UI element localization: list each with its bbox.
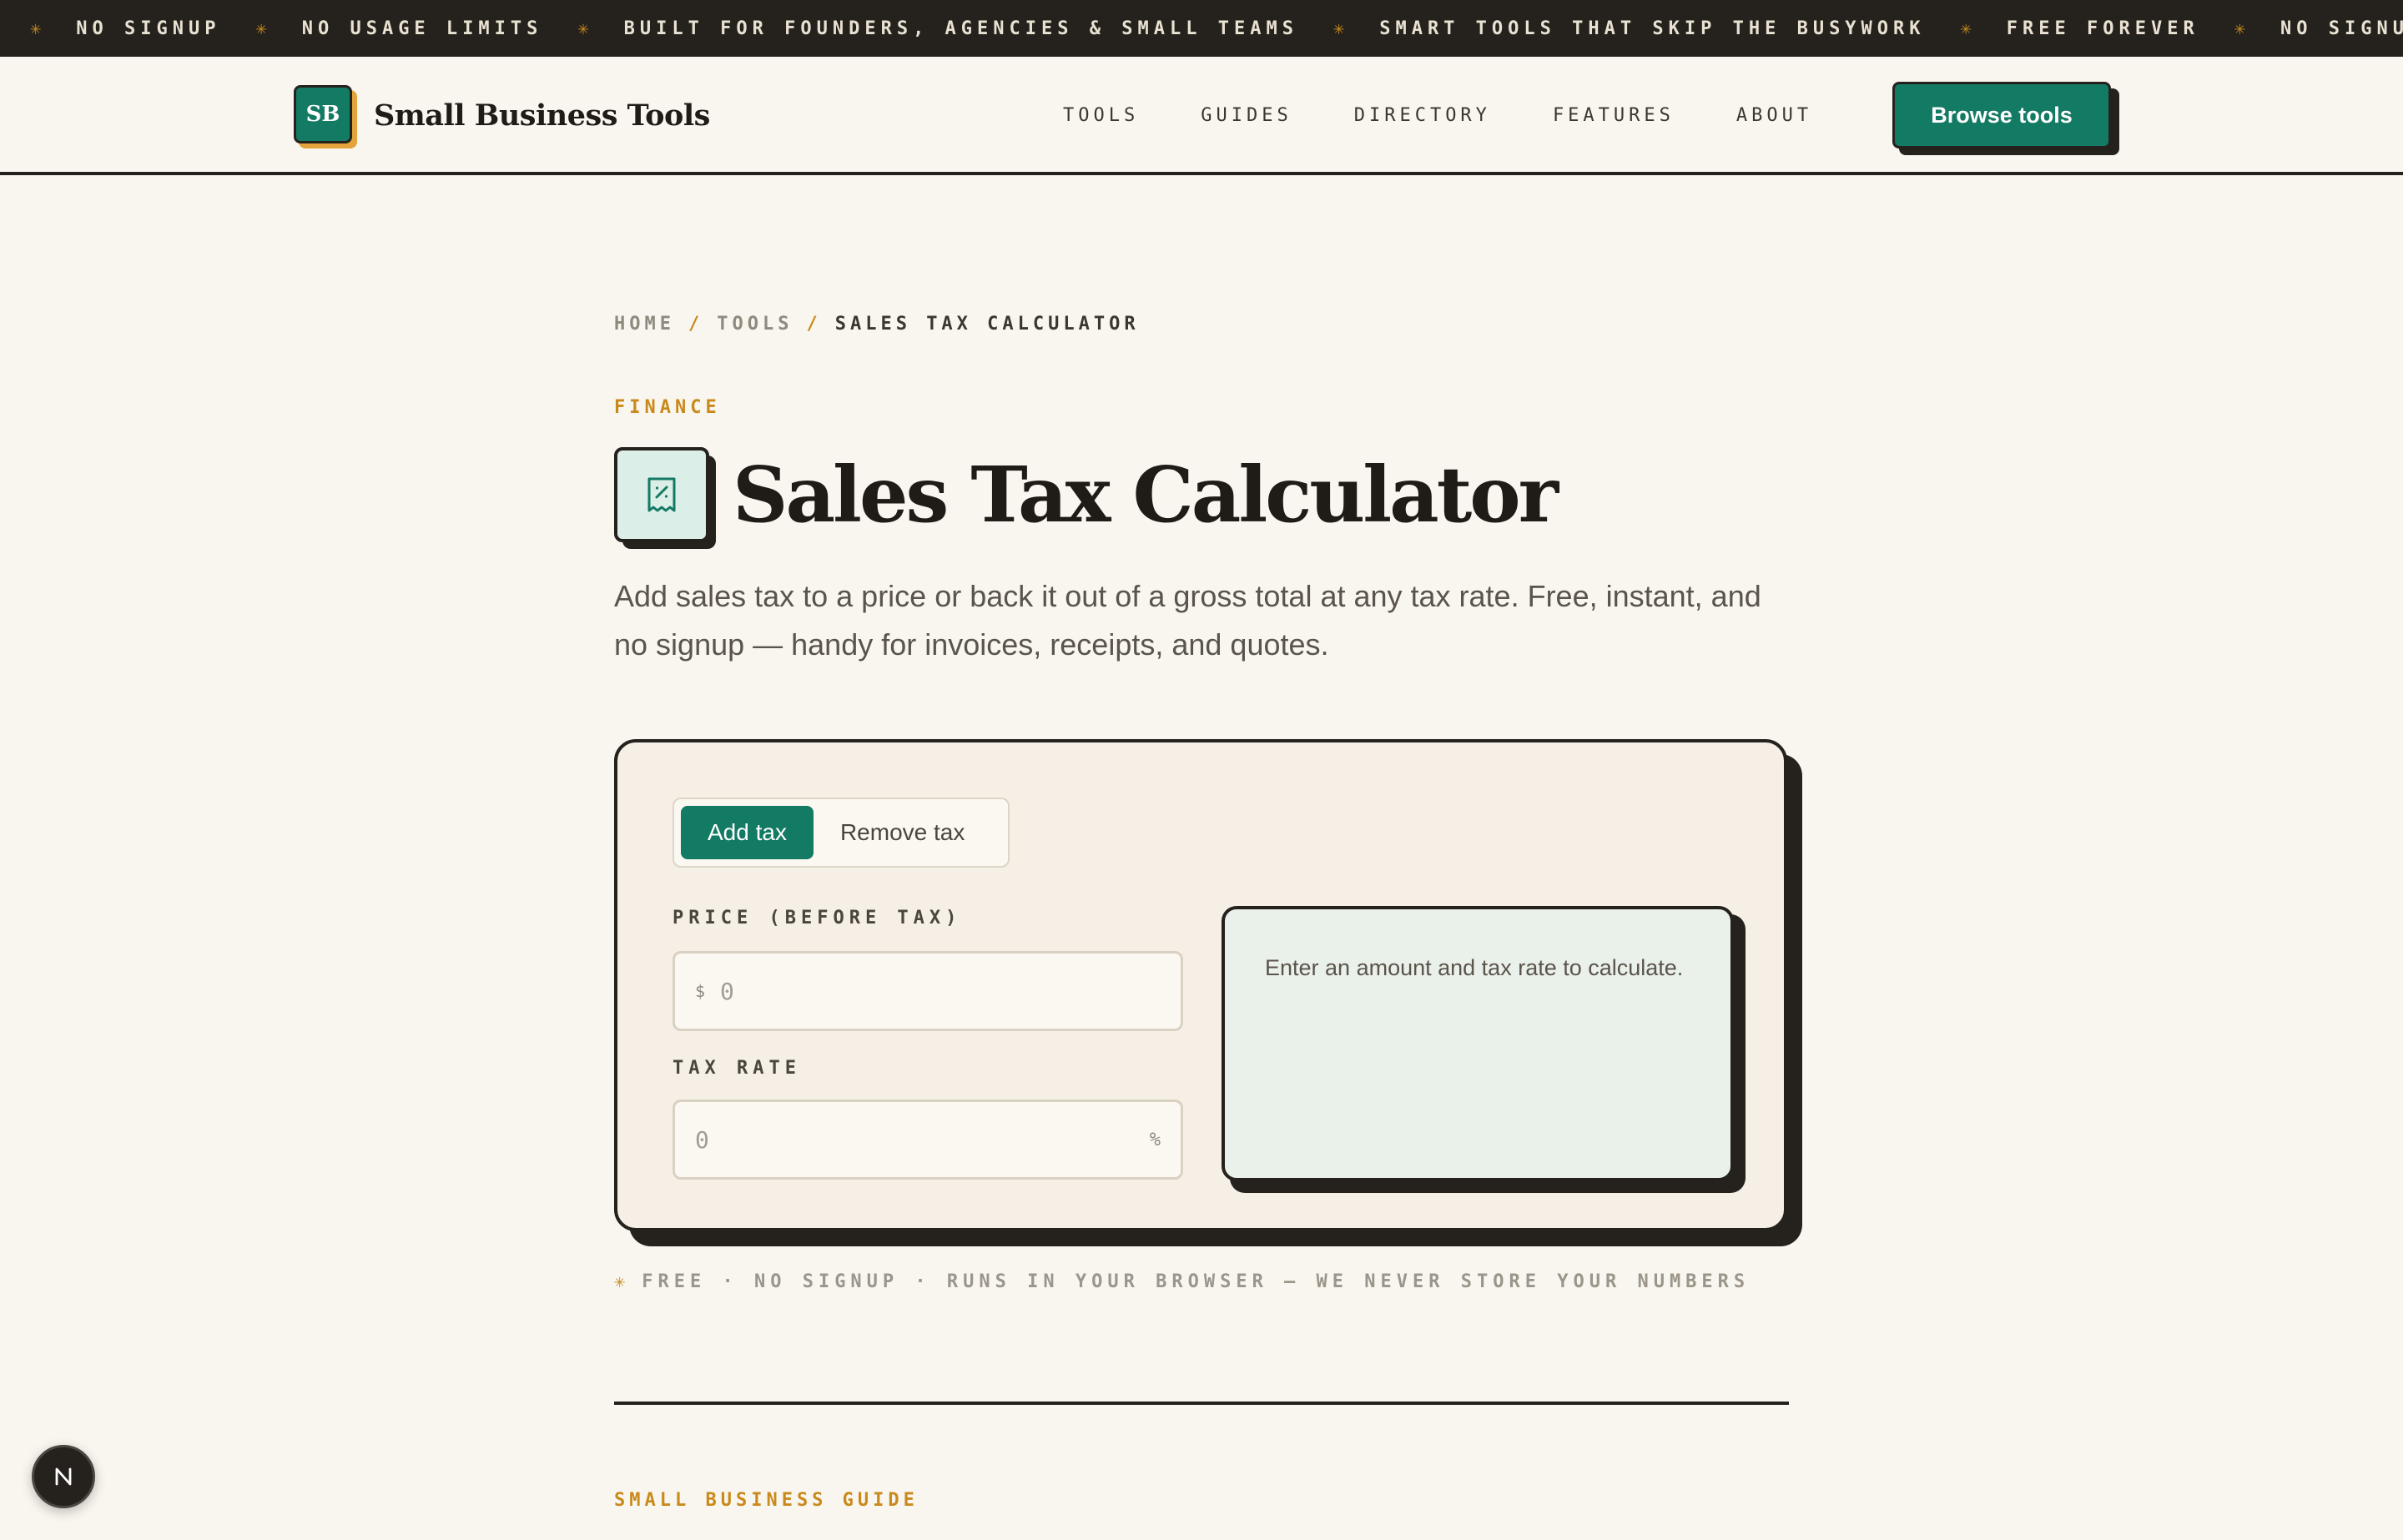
nav-link-guides[interactable]: GUIDES bbox=[1201, 105, 1292, 126]
breadcrumb-separator: / bbox=[688, 314, 704, 335]
privacy-note: ✳ FREE · NO SIGNUP · RUNS IN YOUR BROWSER… bbox=[614, 1271, 1750, 1292]
section-divider bbox=[614, 1402, 1789, 1405]
price-input[interactable]: $ 0 bbox=[673, 951, 1183, 1031]
result-placeholder: Enter an amount and tax rate to calculat… bbox=[1265, 955, 1684, 980]
n-logo-icon bbox=[55, 1467, 72, 1486]
breadcrumb-home[interactable]: HOME bbox=[614, 314, 675, 335]
ticker-separator-icon: ✳ bbox=[255, 18, 267, 39]
nav-link-tools[interactable]: TOOLS bbox=[1063, 105, 1139, 126]
add-tax-tab[interactable]: Add tax bbox=[681, 806, 814, 859]
price-value: 0 bbox=[720, 977, 734, 1005]
main-nav: TOOLS GUIDES DIRECTORY FEATURES ABOUT bbox=[1063, 105, 1812, 126]
nav-link-about[interactable]: ABOUT bbox=[1736, 105, 1812, 126]
tax-rate-label: TAX RATE bbox=[673, 1058, 801, 1079]
browse-tools-label: Browse tools bbox=[1892, 82, 2111, 148]
breadcrumb-current: SALES TAX CALCULATOR bbox=[834, 314, 1140, 335]
tax-rate-input[interactable]: 0 % bbox=[673, 1100, 1183, 1180]
title-row: Sales Tax Calculator bbox=[614, 447, 1559, 549]
ticker-separator-icon: ✳ bbox=[30, 18, 42, 39]
ticker-item: SMART TOOLS THAT SKIP THE BUSYWORK bbox=[1379, 18, 1926, 39]
ticker-separator-icon: ✳ bbox=[577, 18, 589, 39]
site-logo-link[interactable]: SB Small Business Tools bbox=[294, 85, 710, 148]
browse-tools-button[interactable]: Browse tools bbox=[1892, 82, 2119, 155]
nav-link-features[interactable]: FEATURES bbox=[1553, 105, 1675, 126]
logo-mark: SB bbox=[294, 85, 357, 148]
result-panel: Enter an amount and tax rate to calculat… bbox=[1222, 906, 1734, 1181]
privacy-note-text: FREE · NO SIGNUP · RUNS IN YOUR BROWSER … bbox=[642, 1271, 1751, 1292]
announcement-ticker: ✳ NO SIGNUP ✳ NO USAGE LIMITS ✳ BUILT FO… bbox=[0, 0, 2403, 57]
title-icon-tile bbox=[614, 447, 716, 549]
ticker-track: ✳ NO SIGNUP ✳ NO USAGE LIMITS ✳ BUILT FO… bbox=[30, 0, 2403, 57]
receipt-percent-icon bbox=[614, 447, 709, 542]
currency-prefix: $ bbox=[695, 981, 706, 1001]
dev-tools-badge[interactable] bbox=[32, 1445, 95, 1508]
mode-toggle: Add tax Remove tax bbox=[673, 798, 1010, 868]
ticker-item: NO SIGNUP bbox=[76, 18, 221, 39]
remove-tax-tab[interactable]: Remove tax bbox=[814, 806, 991, 859]
percent-suffix: % bbox=[1149, 1129, 1161, 1150]
ticker-item: BUILT FOR FOUNDERS, AGENCIES & SMALL TEA… bbox=[623, 18, 1298, 39]
ticker-item: FREE FOREVER bbox=[2006, 18, 2199, 39]
asterisk-icon: ✳ bbox=[614, 1271, 631, 1292]
breadcrumb: HOME / TOOLS / SALES TAX CALCULATOR bbox=[614, 314, 1140, 335]
breadcrumb-tools[interactable]: TOOLS bbox=[717, 314, 793, 335]
site-header: SB Small Business Tools TOOLS GUIDES DIR… bbox=[0, 57, 2403, 175]
page-title: Sales Tax Calculator bbox=[733, 450, 1559, 540]
page-description: Add sales tax to a price or back it out … bbox=[614, 579, 1761, 662]
ticker-separator-icon: ✳ bbox=[2234, 18, 2245, 39]
site-name: Small Business Tools bbox=[374, 98, 710, 133]
nav-link-directory[interactable]: DIRECTORY bbox=[1354, 105, 1491, 126]
ticker-item: NO SIGNU bbox=[2280, 18, 2403, 39]
logo-monogram: SB bbox=[294, 85, 352, 143]
breadcrumb-separator: / bbox=[806, 314, 822, 335]
tax-rate-value: 0 bbox=[695, 1125, 709, 1154]
ticker-separator-icon: ✳ bbox=[1332, 18, 1345, 39]
ticker-item: NO USAGE LIMITS bbox=[301, 18, 543, 39]
ticker-separator-icon: ✳ bbox=[1960, 18, 1972, 39]
guide-section-label: SMALL BUSINESS GUIDE bbox=[614, 1490, 919, 1511]
price-label: PRICE (BEFORE TAX) bbox=[673, 908, 962, 929]
calculator-card: Add tax Remove tax PRICE (BEFORE TAX) $ … bbox=[614, 739, 1787, 1231]
category-label: FINANCE bbox=[614, 397, 721, 418]
